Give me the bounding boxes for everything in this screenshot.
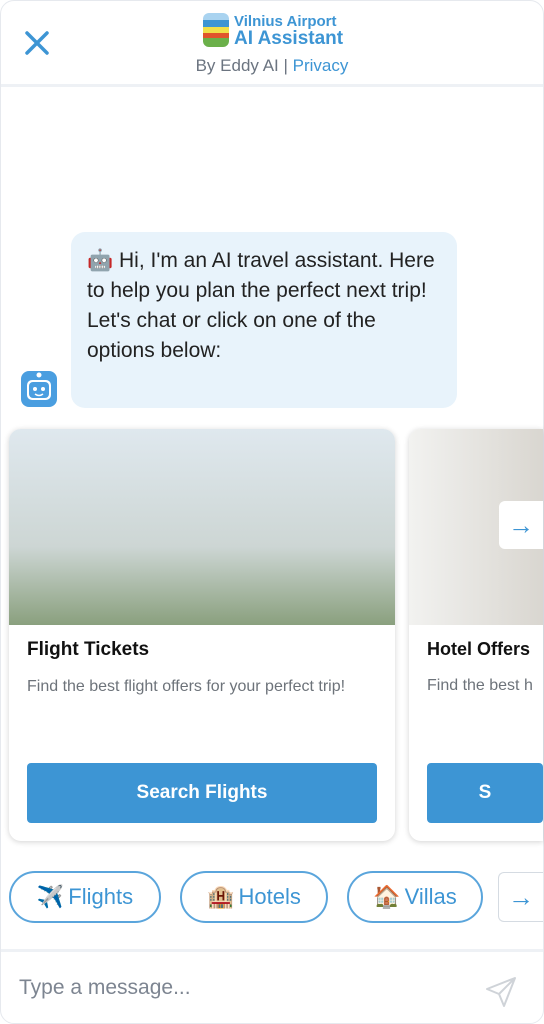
chip-label: Hotels xyxy=(238,884,301,909)
message-input[interactable] xyxy=(19,970,459,1006)
bot-avatar-icon xyxy=(21,371,57,407)
chip-label: Flights xyxy=(68,884,134,909)
card-image-paris xyxy=(9,429,395,625)
card-title: Flight Tickets xyxy=(27,639,150,660)
search-hotels-button[interactable]: S xyxy=(427,763,543,823)
card-description: Find the best flight offers for your per… xyxy=(27,678,346,695)
robot-emoji: 🤖 xyxy=(87,249,114,272)
card-title: Hotel Offers xyxy=(427,639,531,659)
bot-message: 🤖 Hi, I'm an AI travel assistant. Here t… xyxy=(71,232,457,408)
quick-reply-flights[interactable]: ✈️ Flights xyxy=(9,871,161,923)
card-flight-tickets: Flight Tickets Find the best flight offe… xyxy=(9,429,395,841)
card-hotel-offers: Hotel Offers Find the best h S xyxy=(409,429,543,841)
byline: By Eddy AI | Privacy xyxy=(1,56,543,76)
by-text: By Eddy AI xyxy=(195,56,279,75)
input-bar xyxy=(1,949,543,1023)
quick-reply-hotels[interactable]: 🏨 Hotels xyxy=(180,871,328,923)
house-icon: 🏠 xyxy=(373,884,401,909)
airport-logo xyxy=(203,13,229,47)
card-description: Find the best h xyxy=(427,677,533,694)
quick-replies-next-arrow-icon[interactable]: → xyxy=(498,872,543,922)
brand-line-2: AI Assistant xyxy=(234,28,344,49)
search-flights-button[interactable]: Search Flights xyxy=(27,763,377,823)
quick-reply-villas[interactable]: 🏠 Villas xyxy=(347,871,483,923)
message-text: Hi, I'm an AI travel assistant. Here to … xyxy=(87,249,435,362)
header: Vilnius Airport AI Assistant By Eddy AI … xyxy=(1,1,543,87)
send-icon[interactable] xyxy=(485,976,517,1008)
hotel-icon: 🏨 xyxy=(207,884,235,909)
airplane-icon: ✈️ xyxy=(36,884,65,909)
separator: | xyxy=(283,56,288,75)
chip-label: Villas xyxy=(404,884,457,909)
carousel-next-arrow-icon[interactable]: → xyxy=(499,501,543,549)
brand-title: Vilnius Airport AI Assistant xyxy=(234,13,344,49)
close-icon[interactable] xyxy=(23,29,51,57)
privacy-link[interactable]: Privacy xyxy=(293,56,349,75)
